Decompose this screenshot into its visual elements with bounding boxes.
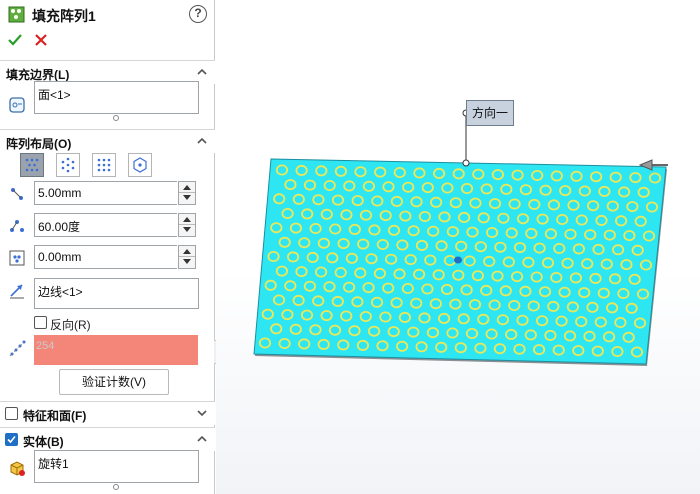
- layout-circular-button[interactable]: [56, 153, 80, 177]
- direction-callout: 方向一: [466, 100, 514, 126]
- margin-icon: [9, 250, 25, 266]
- triangle-up-icon: [183, 217, 191, 222]
- bodies-checkbox[interactable]: [5, 433, 18, 446]
- perforation-icon: [25, 158, 39, 172]
- instance-count-icon: [9, 340, 26, 357]
- triangle-down-icon: [183, 227, 191, 232]
- layout-perforation-button[interactable]: [20, 153, 44, 177]
- instance-count-field: 254: [34, 335, 198, 365]
- property-manager-panel: 填充阵列1 ? 填充边界(L) 面<1> 阵列布局(O) 5.00mm 60.0…: [0, 0, 215, 494]
- section-title: 阵列布局(O): [6, 137, 72, 151]
- chevron-down-icon[interactable]: [196, 407, 208, 419]
- leader-end-dot: [462, 159, 470, 167]
- fill-boundary-listbox[interactable]: 面<1>: [34, 81, 199, 114]
- triangle-down-icon: [183, 259, 191, 264]
- margin-input[interactable]: 0.00mm: [34, 245, 177, 269]
- section-title: 特征和面(F): [23, 409, 87, 423]
- chevron-up-icon[interactable]: [196, 135, 208, 147]
- spin-down-button[interactable]: [179, 257, 195, 268]
- spin-up-button[interactable]: [179, 246, 195, 257]
- listbox-resize-handle[interactable]: [113, 115, 119, 121]
- spacing-input[interactable]: 5.00mm: [34, 181, 177, 205]
- layout-square-button[interactable]: [92, 153, 116, 177]
- spin-down-button[interactable]: [179, 193, 195, 204]
- listbox-resize-handle[interactable]: [113, 484, 119, 490]
- square-layout-icon: [97, 158, 111, 172]
- layout-polygon-button[interactable]: [128, 153, 152, 177]
- features-faces-checkbox[interactable]: [5, 407, 18, 420]
- reverse-direction-label: 反向(R): [50, 318, 91, 332]
- spacing-spinner[interactable]: [178, 181, 196, 205]
- spin-down-button[interactable]: [179, 225, 195, 236]
- section-features-faces[interactable]: 特征和面(F): [0, 401, 215, 425]
- stagger-angle-input[interactable]: 60.00度: [34, 213, 177, 237]
- verify-count-button[interactable]: 验证计数(V): [59, 369, 169, 395]
- body-selection-icon: [10, 461, 25, 476]
- chevron-up-icon[interactable]: [196, 433, 208, 445]
- stagger-angle-icon: [10, 220, 24, 232]
- direction-icon: [10, 284, 24, 299]
- check-icon: [7, 435, 16, 444]
- section-title: 实体(B): [23, 435, 64, 449]
- fill-pattern-icon: [8, 6, 25, 23]
- triangle-up-icon: [183, 185, 191, 190]
- triangle-down-icon: [183, 195, 191, 200]
- polygon-layout-icon: [133, 157, 147, 173]
- help-button[interactable]: ?: [189, 5, 207, 23]
- graphics-viewport[interactable]: [216, 0, 700, 494]
- chevron-up-icon[interactable]: [196, 66, 208, 78]
- face-selection-icon: [9, 97, 25, 113]
- margin-spinner[interactable]: [178, 245, 196, 269]
- angle-spinner[interactable]: [178, 213, 196, 237]
- model-canvas[interactable]: [216, 0, 700, 494]
- circular-layout-icon: [61, 157, 75, 173]
- seed-feature[interactable]: [454, 256, 462, 264]
- section-pattern-layout[interactable]: 阵列布局(O): [0, 129, 215, 153]
- section-bodies[interactable]: 实体(B): [0, 427, 215, 451]
- spacing-icon: [11, 188, 23, 200]
- spin-up-button[interactable]: [179, 182, 195, 193]
- panel-titlebar: 填充阵列1 ?: [0, 0, 215, 28]
- cancel-x-icon[interactable]: [33, 32, 49, 48]
- ok-checkmark-icon[interactable]: [7, 32, 23, 48]
- panel-title: 填充阵列1: [32, 8, 96, 24]
- triangle-up-icon: [183, 249, 191, 254]
- spin-up-button[interactable]: [179, 214, 195, 225]
- direction-listbox[interactable]: 边线<1>: [34, 278, 199, 309]
- bodies-listbox[interactable]: 旋转1: [34, 450, 199, 483]
- reverse-direction-checkbox[interactable]: [34, 316, 47, 329]
